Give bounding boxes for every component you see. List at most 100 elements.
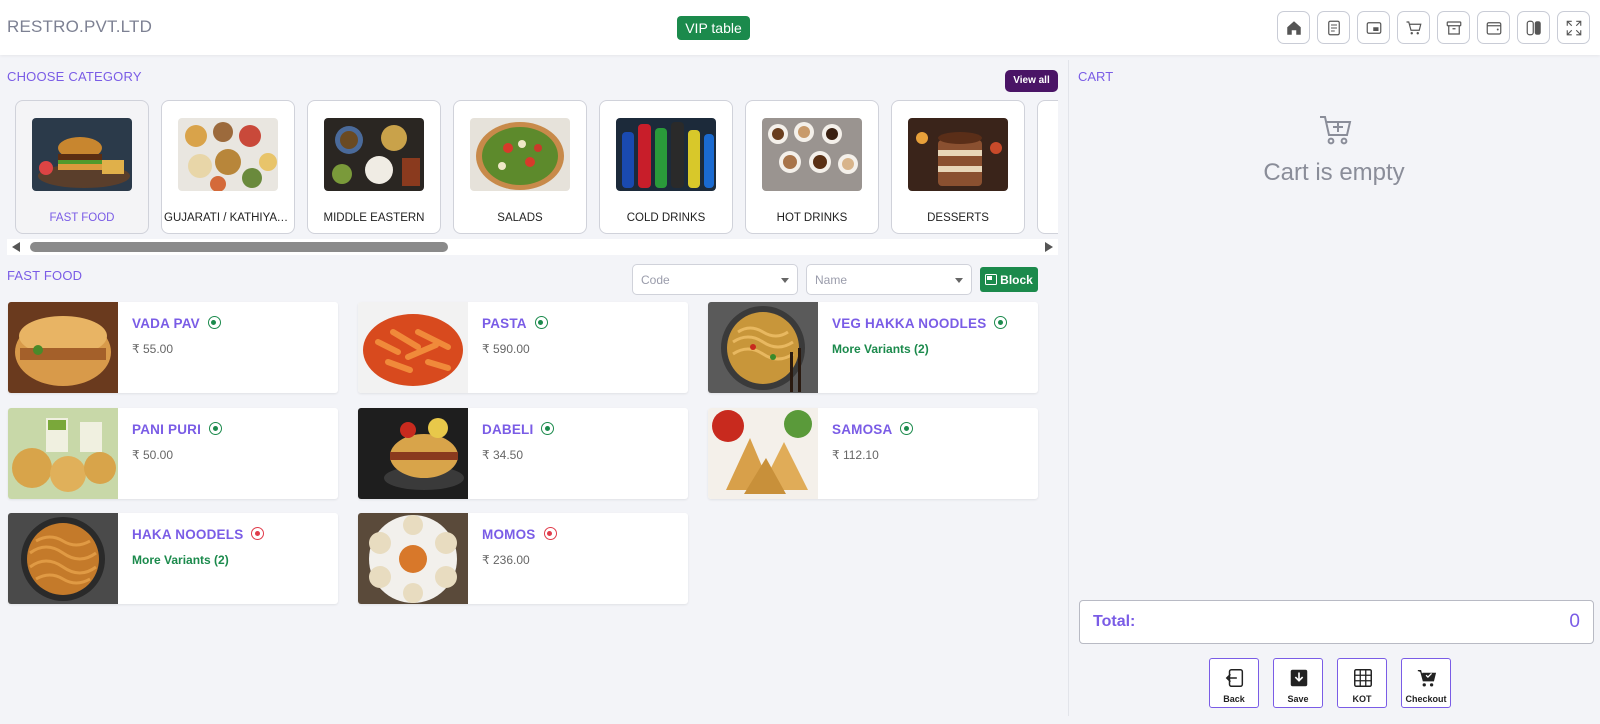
category-salads[interactable]: SALADS <box>453 100 587 234</box>
display-button[interactable] <box>1357 11 1390 44</box>
item-name: VEG HAKKA NOODLES <box>832 316 1008 331</box>
menu-item-veg-hakka-noodles[interactable]: VEG HAKKA NOODLES More Variants (2) <box>708 302 1038 393</box>
checkout-button[interactable]: Checkout <box>1401 658 1451 708</box>
category-scrollbar[interactable] <box>7 239 1058 255</box>
scroll-left-icon[interactable] <box>12 242 20 252</box>
more-variants-link[interactable]: More Variants (2) <box>832 342 929 356</box>
chevron-down-icon <box>955 278 963 283</box>
menu-item-momos[interactable]: MOMOS ₹ 236.00 <box>358 513 688 604</box>
category-fast-food[interactable]: FAST FOOD <box>15 100 149 234</box>
nonveg-indicator-icon <box>543 527 557 540</box>
pani-puri-image <box>8 408 118 499</box>
name-select[interactable]: Name <box>806 264 972 295</box>
category-label: HOT DRINKS <box>776 212 848 224</box>
category-strip: FAST FOOD GUJARATI / KATHIYAWADI MIDDLE … <box>7 94 1058 236</box>
wallet-button[interactable] <box>1477 11 1510 44</box>
category-middle-eastern[interactable]: MIDDLE EASTERN <box>307 100 441 234</box>
item-name: SAMOSA <box>832 422 914 437</box>
category-hot-drinks[interactable]: HOT DRINKS <box>745 100 879 234</box>
veg-indicator-icon <box>534 316 548 329</box>
salad-image <box>470 118 570 191</box>
block-view-button[interactable]: Block <box>980 267 1038 292</box>
menu-item-haka-noodels[interactable]: HAKA NOODELS More Variants (2) <box>8 513 338 604</box>
category-desserts[interactable]: DESSERTS <box>891 100 1025 234</box>
item-price: ₹ 236.00 <box>482 553 530 567</box>
more-variants-link[interactable]: More Variants (2) <box>132 553 229 567</box>
back-label: Back <box>1223 694 1245 704</box>
dessert-image <box>908 118 1008 191</box>
veg-indicator-icon <box>900 422 914 435</box>
burger-image <box>32 118 132 191</box>
total-value: 0 <box>1569 611 1580 632</box>
category-label: COLD DRINKS <box>626 212 706 224</box>
top-bar: RESTRO.PVT.LTD VIP table <box>0 0 1600 55</box>
category-label: SALADS <box>497 212 543 224</box>
scrollbar-thumb[interactable] <box>30 242 448 252</box>
switch-icon <box>1526 20 1541 35</box>
category-next-partial[interactable] <box>1037 100 1058 234</box>
checkout-label: Checkout <box>1405 694 1447 704</box>
veg-indicator-icon <box>541 422 555 435</box>
thali-image <box>178 118 278 191</box>
category-label: FAST FOOD <box>49 212 115 224</box>
category-label: GUJARATI / KATHIYAWADI <box>164 212 292 224</box>
dabeli-image <box>358 408 468 499</box>
cold-drinks-image <box>616 118 716 191</box>
vada-pav-image <box>8 302 118 393</box>
item-price: ₹ 34.50 <box>482 448 523 462</box>
momos-image <box>358 513 468 604</box>
view-all-button[interactable]: View all <box>1005 70 1058 92</box>
veg-indicator-icon <box>209 422 223 435</box>
home-button[interactable] <box>1277 11 1310 44</box>
pasta-image <box>358 302 468 393</box>
switch-button[interactable] <box>1517 11 1550 44</box>
haka-noodels-image <box>8 513 118 604</box>
name-placeholder: Name <box>815 273 848 287</box>
save-button[interactable]: Save <box>1273 658 1323 708</box>
wallet-icon <box>1486 21 1501 35</box>
fullscreen-button[interactable] <box>1557 11 1590 44</box>
item-price: ₹ 590.00 <box>482 342 530 356</box>
total-label: Total: <box>1093 613 1136 630</box>
cart-total-box: Total: 0 <box>1079 600 1594 644</box>
kot-button[interactable]: KOT <box>1337 658 1387 708</box>
orders-button[interactable] <box>1317 11 1350 44</box>
home-icon <box>1286 20 1301 35</box>
kot-label: KOT <box>1352 694 1372 704</box>
table-badge[interactable]: VIP table <box>677 16 750 40</box>
cart-icon <box>1406 20 1422 34</box>
item-price: ₹ 50.00 <box>132 448 173 462</box>
cart-empty-message: Cart is empty <box>1263 159 1405 186</box>
brand-name: RESTRO.PVT.LTD <box>7 17 153 36</box>
category-cold-drinks[interactable]: COLD DRINKS <box>599 100 733 234</box>
menu-item-vada-pav[interactable]: VADA PAV ₹ 55.00 <box>8 302 338 393</box>
scroll-right-icon[interactable] <box>1045 242 1053 252</box>
category-gujarati[interactable]: GUJARATI / KATHIYAWADI <box>161 100 295 234</box>
veg-indicator-icon <box>207 316 221 329</box>
menu-item-pasta[interactable]: PASTA ₹ 590.00 <box>358 302 688 393</box>
item-price: ₹ 112.10 <box>832 448 879 462</box>
menu-item-samosa[interactable]: SAMOSA ₹ 112.10 <box>708 408 1038 499</box>
cart-title: CART <box>1078 69 1114 84</box>
receipt-icon <box>1327 20 1340 35</box>
code-select[interactable]: Code <box>632 264 798 295</box>
cart-check-icon <box>1417 670 1437 687</box>
item-price: ₹ 55.00 <box>132 342 173 356</box>
back-button[interactable]: Back <box>1209 658 1259 708</box>
picture-in-picture-icon <box>985 274 998 285</box>
archive-icon <box>1446 20 1461 35</box>
exit-icon <box>1225 669 1244 687</box>
item-name: PANI PURI <box>132 422 223 437</box>
block-label: Block <box>1000 272 1033 287</box>
menu-item-dabeli[interactable]: DABELI ₹ 34.50 <box>358 408 688 499</box>
code-placeholder: Code <box>641 273 670 287</box>
item-name: DABELI <box>482 422 555 437</box>
category-label: DESSERTS <box>927 212 989 224</box>
table-icon <box>1354 669 1372 687</box>
items-section-title: FAST FOOD <box>7 268 83 283</box>
cart-header-button[interactable] <box>1397 11 1430 44</box>
download-icon <box>1290 669 1308 687</box>
archive-button[interactable] <box>1437 11 1470 44</box>
menu-item-pani-puri[interactable]: PANI PURI ₹ 50.00 <box>8 408 338 499</box>
nonveg-indicator-icon <box>251 527 265 540</box>
